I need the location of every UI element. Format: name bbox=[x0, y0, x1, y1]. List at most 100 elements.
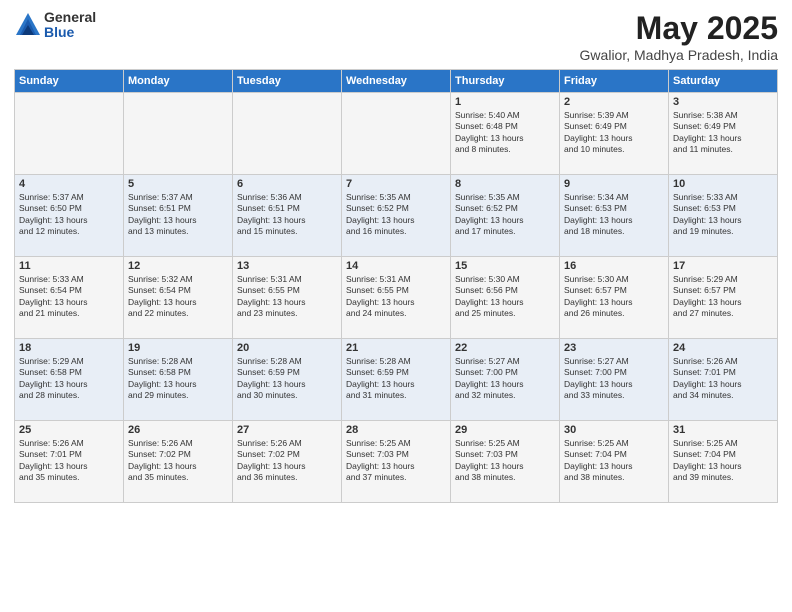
page: General Blue May 2025 Gwalior, Madhya Pr… bbox=[0, 0, 792, 612]
day-info: Sunrise: 5:33 AM Sunset: 6:54 PM Dayligh… bbox=[19, 274, 119, 320]
logo: General Blue bbox=[14, 10, 96, 41]
day-number: 7 bbox=[346, 178, 446, 190]
calendar-cell: 16Sunrise: 5:30 AM Sunset: 6:57 PM Dayli… bbox=[560, 257, 669, 339]
day-info: Sunrise: 5:39 AM Sunset: 6:49 PM Dayligh… bbox=[564, 110, 664, 156]
day-number: 19 bbox=[128, 342, 228, 354]
calendar-cell: 15 Sunrise: 5:30 AM Sunset: 6:56 PM Dayli… bbox=[451, 257, 560, 339]
day-number: 24 bbox=[673, 342, 773, 354]
weekday-header: Saturday bbox=[669, 70, 778, 93]
logo-blue: Blue bbox=[44, 25, 96, 40]
day-number: 5 bbox=[128, 178, 228, 190]
day-number: 29 bbox=[455, 424, 555, 436]
day-info: Sunrise: 5:36 AM Sunset: 6:51 PM Dayligh… bbox=[237, 192, 337, 238]
header: General Blue May 2025 Gwalior, Madhya Pr… bbox=[14, 10, 778, 63]
day-info: Sunrise: 5:40 AM Sunset: 6:48 PM Dayligh… bbox=[455, 110, 555, 156]
calendar-week-row: 11 Sunrise: 5:33 AM Sunset: 6:54 PM Dayli… bbox=[15, 257, 778, 339]
calendar-cell: 6 Sunrise: 5:36 AM Sunset: 6:51 PM Daylig… bbox=[233, 175, 342, 257]
header-row: SundayMondayTuesdayWednesdayThursdayFrid… bbox=[15, 70, 778, 93]
calendar-cell: 3 Sunrise: 5:38 AM Sunset: 6:49 PM Daylig… bbox=[669, 93, 778, 175]
day-info: Sunrise: 5:30 AM Sunset: 6:56 PM Dayligh… bbox=[455, 274, 555, 320]
day-number: 3 bbox=[673, 96, 773, 108]
calendar-cell: 22Sunrise: 5:27 AM Sunset: 7:00 PM Dayli… bbox=[451, 339, 560, 421]
calendar-cell: 7 Sunrise: 5:35 AM Sunset: 6:52 PM Daylig… bbox=[342, 175, 451, 257]
day-number: 13 bbox=[237, 260, 337, 272]
calendar-cell bbox=[342, 93, 451, 175]
day-number: 30 bbox=[564, 424, 664, 436]
calendar-cell: 17Sunrise: 5:29 AM Sunset: 6:57 PM Dayli… bbox=[669, 257, 778, 339]
day-number: 4 bbox=[19, 178, 119, 190]
day-info: Sunrise: 5:28 AM Sunset: 6:58 PM Dayligh… bbox=[128, 356, 228, 402]
day-number: 27 bbox=[237, 424, 337, 436]
calendar-cell: 13 Sunrise: 5:31 AM Sunset: 6:55 PM Dayli… bbox=[233, 257, 342, 339]
calendar-cell: 1 Sunrise: 5:40 AM Sunset: 6:48 PM Daylig… bbox=[451, 93, 560, 175]
day-number: 14 bbox=[346, 260, 446, 272]
calendar-cell bbox=[15, 93, 124, 175]
day-number: 8 bbox=[455, 178, 555, 190]
day-number: 9 bbox=[564, 178, 664, 190]
day-info: Sunrise: 5:38 AM Sunset: 6:49 PM Dayligh… bbox=[673, 110, 773, 156]
day-info: Sunrise: 5:26 AM Sunset: 7:02 PM Dayligh… bbox=[237, 438, 337, 484]
calendar-cell: 29Sunrise: 5:25 AM Sunset: 7:03 PM Dayli… bbox=[451, 421, 560, 503]
day-info: Sunrise: 5:34 AM Sunset: 6:53 PM Dayligh… bbox=[564, 192, 664, 238]
day-info: Sunrise: 5:32 AM Sunset: 6:54 PM Dayligh… bbox=[128, 274, 228, 320]
weekday-header: Thursday bbox=[451, 70, 560, 93]
weekday-header: Monday bbox=[124, 70, 233, 93]
day-info: Sunrise: 5:25 AM Sunset: 7:04 PM Dayligh… bbox=[673, 438, 773, 484]
calendar-cell: 8 Sunrise: 5:35 AM Sunset: 6:52 PM Daylig… bbox=[451, 175, 560, 257]
day-number: 12 bbox=[128, 260, 228, 272]
calendar-cell: 27 Sunrise: 5:26 AM Sunset: 7:02 PM Dayli… bbox=[233, 421, 342, 503]
day-info: Sunrise: 5:26 AM Sunset: 7:02 PM Dayligh… bbox=[128, 438, 228, 484]
day-number: 2 bbox=[564, 96, 664, 108]
day-info: Sunrise: 5:33 AM Sunset: 6:53 PM Dayligh… bbox=[673, 192, 773, 238]
day-info: Sunrise: 5:29 AM Sunset: 6:57 PM Dayligh… bbox=[673, 274, 773, 320]
day-number: 1 bbox=[455, 96, 555, 108]
calendar-cell: 19 Sunrise: 5:28 AM Sunset: 6:58 PM Dayli… bbox=[124, 339, 233, 421]
calendar-cell: 21 Sunrise: 5:28 AM Sunset: 6:59 PM Dayli… bbox=[342, 339, 451, 421]
logo-general: General bbox=[44, 10, 96, 25]
calendar-cell: 28Sunrise: 5:25 AM Sunset: 7:03 PM Dayli… bbox=[342, 421, 451, 503]
weekday-header: Sunday bbox=[15, 70, 124, 93]
day-info: Sunrise: 5:30 AM Sunset: 6:57 PM Dayligh… bbox=[564, 274, 664, 320]
day-info: Sunrise: 5:25 AM Sunset: 7:04 PM Dayligh… bbox=[564, 438, 664, 484]
day-number: 25 bbox=[19, 424, 119, 436]
day-number: 11 bbox=[19, 260, 119, 272]
day-number: 10 bbox=[673, 178, 773, 190]
calendar-cell: 31 Sunrise: 5:25 AM Sunset: 7:04 PM Dayli… bbox=[669, 421, 778, 503]
calendar-table: SundayMondayTuesdayWednesdayThursdayFrid… bbox=[14, 69, 778, 503]
calendar-cell: 26Sunrise: 5:26 AM Sunset: 7:02 PM Dayli… bbox=[124, 421, 233, 503]
day-number: 6 bbox=[237, 178, 337, 190]
day-info: Sunrise: 5:25 AM Sunset: 7:03 PM Dayligh… bbox=[346, 438, 446, 484]
calendar-cell: 2 Sunrise: 5:39 AM Sunset: 6:49 PM Daylig… bbox=[560, 93, 669, 175]
calendar-cell: 5 Sunrise: 5:37 AM Sunset: 6:51 PM Daylig… bbox=[124, 175, 233, 257]
calendar-cell: 30 Sunrise: 5:25 AM Sunset: 7:04 PM Dayli… bbox=[560, 421, 669, 503]
logo-icon bbox=[14, 11, 42, 39]
day-info: Sunrise: 5:35 AM Sunset: 6:52 PM Dayligh… bbox=[455, 192, 555, 238]
calendar-cell: 25 Sunrise: 5:26 AM Sunset: 7:01 PM Dayli… bbox=[15, 421, 124, 503]
day-info: Sunrise: 5:31 AM Sunset: 6:55 PM Dayligh… bbox=[346, 274, 446, 320]
weekday-header: Wednesday bbox=[342, 70, 451, 93]
title-block: May 2025 Gwalior, Madhya Pradesh, India bbox=[580, 10, 778, 63]
day-info: Sunrise: 5:27 AM Sunset: 7:00 PM Dayligh… bbox=[455, 356, 555, 402]
day-info: Sunrise: 5:37 AM Sunset: 6:51 PM Dayligh… bbox=[128, 192, 228, 238]
calendar-cell bbox=[233, 93, 342, 175]
day-info: Sunrise: 5:27 AM Sunset: 7:00 PM Dayligh… bbox=[564, 356, 664, 402]
calendar-cell: 11 Sunrise: 5:33 AM Sunset: 6:54 PM Dayli… bbox=[15, 257, 124, 339]
calendar-week-row: 25 Sunrise: 5:26 AM Sunset: 7:01 PM Dayli… bbox=[15, 421, 778, 503]
calendar-week-row: 18Sunrise: 5:29 AM Sunset: 6:58 PM Dayli… bbox=[15, 339, 778, 421]
day-info: Sunrise: 5:26 AM Sunset: 7:01 PM Dayligh… bbox=[673, 356, 773, 402]
day-number: 31 bbox=[673, 424, 773, 436]
calendar-cell: 12 Sunrise: 5:32 AM Sunset: 6:54 PM Dayli… bbox=[124, 257, 233, 339]
weekday-header: Tuesday bbox=[233, 70, 342, 93]
day-info: Sunrise: 5:26 AM Sunset: 7:01 PM Dayligh… bbox=[19, 438, 119, 484]
day-number: 21 bbox=[346, 342, 446, 354]
weekday-header: Friday bbox=[560, 70, 669, 93]
calendar-cell: 9 Sunrise: 5:34 AM Sunset: 6:53 PM Daylig… bbox=[560, 175, 669, 257]
day-info: Sunrise: 5:29 AM Sunset: 6:58 PM Dayligh… bbox=[19, 356, 119, 402]
subtitle: Gwalior, Madhya Pradesh, India bbox=[580, 47, 778, 63]
calendar-cell: 14 Sunrise: 5:31 AM Sunset: 6:55 PM Dayli… bbox=[342, 257, 451, 339]
day-info: Sunrise: 5:35 AM Sunset: 6:52 PM Dayligh… bbox=[346, 192, 446, 238]
day-info: Sunrise: 5:37 AM Sunset: 6:50 PM Dayligh… bbox=[19, 192, 119, 238]
day-info: Sunrise: 5:28 AM Sunset: 6:59 PM Dayligh… bbox=[346, 356, 446, 402]
day-number: 15 bbox=[455, 260, 555, 272]
day-info: Sunrise: 5:31 AM Sunset: 6:55 PM Dayligh… bbox=[237, 274, 337, 320]
